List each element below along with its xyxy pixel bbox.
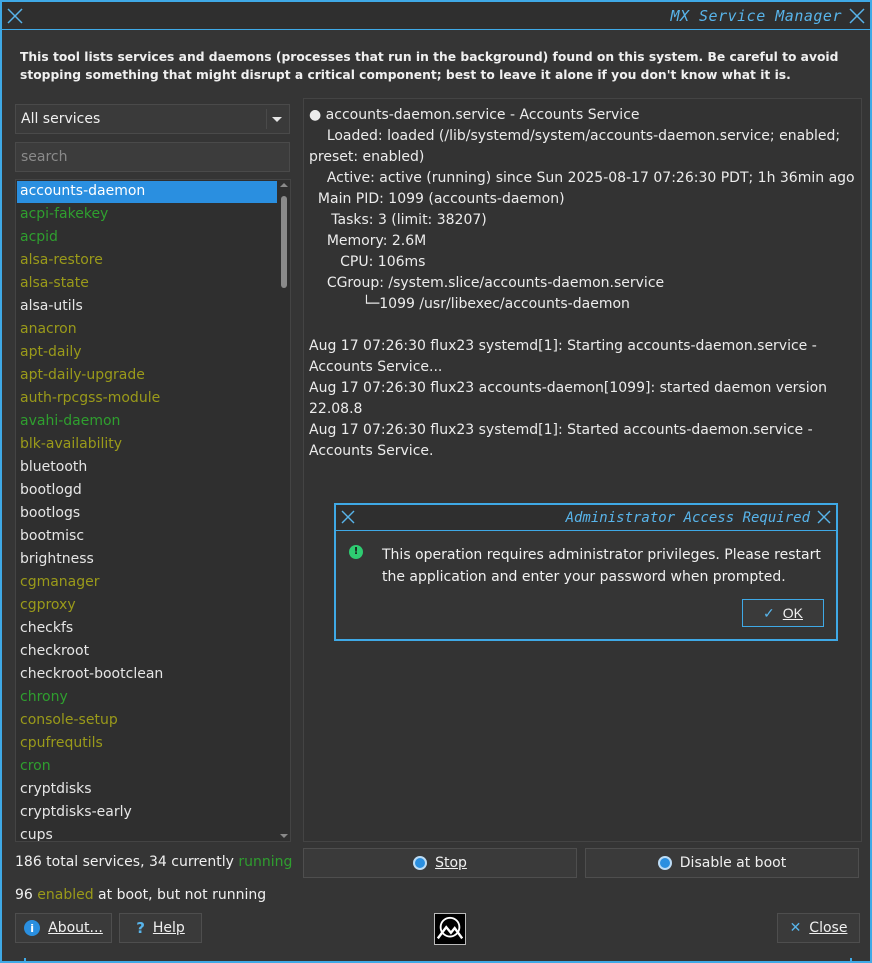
- service-list-item[interactable]: apt-daily: [17, 342, 277, 364]
- detail-line: ● accounts-daemon.service - Accounts Ser…: [309, 107, 640, 123]
- status-enabled-word: enabled: [37, 887, 94, 903]
- service-list-item[interactable]: anacron: [17, 319, 277, 341]
- status-total: 186 total services, 34 currently running: [15, 854, 292, 870]
- dialog-message: This operation requires administrator pr…: [382, 547, 821, 585]
- scroll-thumb[interactable]: [281, 196, 287, 288]
- check-icon: ✓: [763, 604, 775, 621]
- list-scrollbar[interactable]: [278, 180, 290, 841]
- window-bottom-border: [24, 958, 852, 961]
- detail-line: └─1099 /usr/libexec/accounts-daemon: [309, 296, 630, 312]
- status-running-word: running: [238, 854, 293, 870]
- disable-label: Disable at boot: [679, 855, 787, 871]
- disable-at-boot-button[interactable]: Disable at boot: [585, 848, 859, 878]
- chevron-down-icon[interactable]: [266, 109, 286, 129]
- help-icon: ?: [136, 919, 145, 937]
- service-list-item[interactable]: alsa-state: [17, 273, 277, 295]
- service-list-item[interactable]: checkroot: [17, 641, 277, 663]
- dialog-menu-icon[interactable]: [340, 509, 356, 525]
- service-list-item[interactable]: cron: [17, 756, 277, 778]
- info-icon: i: [24, 920, 41, 936]
- service-list-item[interactable]: acpi-fakekey: [17, 204, 277, 226]
- service-list-item[interactable]: alsa-utils: [17, 296, 277, 318]
- about-label: About...: [48, 920, 103, 936]
- detail-line: Main PID: 1099 (accounts-daemon): [309, 191, 565, 207]
- service-filter-select[interactable]: All services: [15, 104, 290, 134]
- service-list-item[interactable]: checkfs: [17, 618, 277, 640]
- service-list-item[interactable]: checkroot-bootclean: [17, 664, 277, 686]
- service-filter-value: All services: [21, 111, 101, 127]
- service-list-item[interactable]: bluetooth: [17, 457, 277, 479]
- service-list-item[interactable]: blk-availability: [17, 434, 277, 456]
- close-label: Close: [809, 920, 848, 936]
- detail-line: Aug 17 07:26:30 flux23 accounts-daemon[1…: [309, 380, 832, 417]
- about-button[interactable]: i About...: [15, 913, 112, 943]
- service-list-item[interactable]: bootmisc: [17, 526, 277, 548]
- service-list-item[interactable]: brightness: [17, 549, 277, 571]
- detail-line: Loaded: loaded (/lib/systemd/system/acco…: [309, 128, 845, 165]
- detail-line: CGroup: /system.slice/accounts-daemon.se…: [309, 275, 665, 291]
- status-total-text: 186 total services, 34 currently: [15, 854, 239, 870]
- admin-required-dialog: Administrator Access Required ! This ope…: [334, 503, 838, 641]
- service-list-item[interactable]: alsa-restore: [17, 250, 277, 272]
- service-list-item[interactable]: cryptdisks: [17, 779, 277, 801]
- service-list-item[interactable]: cryptdisks-early: [17, 802, 277, 824]
- ok-button[interactable]: ✓ OK: [742, 599, 824, 627]
- close-button[interactable]: ✕ Close: [777, 913, 860, 943]
- service-list-item[interactable]: cpufrequtils: [17, 733, 277, 755]
- stop-label: Stop: [435, 855, 467, 871]
- help-label: Help: [152, 920, 185, 936]
- intro-text: This tool lists services and daemons (pr…: [20, 50, 839, 82]
- detail-line: Aug 17 07:26:30 flux23 systemd[1]: Start…: [309, 422, 818, 459]
- help-button[interactable]: ? Help: [119, 913, 202, 943]
- close-window-icon[interactable]: [848, 7, 866, 25]
- scroll-up-icon[interactable]: [280, 183, 288, 187]
- close-icon: ✕: [789, 920, 802, 936]
- window-menu-icon[interactable]: [6, 7, 24, 25]
- main-window: MX Service Manager This tool lists servi…: [0, 0, 872, 963]
- service-list-item[interactable]: cgmanager: [17, 572, 277, 594]
- service-list-item[interactable]: avahi-daemon: [17, 411, 277, 433]
- ok-label: OK: [782, 605, 803, 621]
- status-enabled-count: 96: [15, 887, 38, 903]
- service-list-item[interactable]: acpid: [17, 227, 277, 249]
- status-enabled-suffix: at boot, but not running: [93, 887, 267, 903]
- status-enabled: 96 enabled at boot, but not running: [15, 887, 266, 903]
- dialog-close-icon[interactable]: [816, 509, 832, 525]
- warning-icon: !: [349, 545, 363, 559]
- service-list-item[interactable]: apt-daily-upgrade: [17, 365, 277, 387]
- detail-line: [309, 315, 856, 336]
- service-list-item[interactable]: bootlogd: [17, 480, 277, 502]
- titlebar: MX Service Manager: [2, 2, 870, 30]
- service-list-item[interactable]: chrony: [17, 687, 277, 709]
- stop-radio-icon: [413, 856, 428, 870]
- stop-button[interactable]: Stop: [303, 848, 577, 878]
- detail-line: Active: active (running) since Sun 2025-…: [309, 170, 855, 186]
- service-list-item[interactable]: auth-rpcgss-module: [17, 388, 277, 410]
- window-title: MX Service Manager: [670, 7, 842, 25]
- service-list-item[interactable]: console-setup: [17, 710, 277, 732]
- detail-line: Aug 17 07:26:30 flux23 systemd[1]: Start…: [309, 338, 822, 375]
- search-input[interactable]: [15, 142, 290, 172]
- service-list-item[interactable]: cups: [17, 825, 277, 841]
- service-list-item[interactable]: cgproxy: [17, 595, 277, 617]
- detail-line: Tasks: 3 (limit: 38207): [309, 212, 487, 228]
- disable-radio-icon: [657, 856, 672, 870]
- service-list[interactable]: accounts-daemon acpi-fakekey acpid alsa-res…: [15, 179, 291, 842]
- service-list-item[interactable]: accounts-daemon: [17, 181, 277, 203]
- dialog-titlebar: Administrator Access Required: [336, 505, 836, 531]
- mx-logo-icon: [434, 913, 466, 945]
- detail-line: CPU: 106ms: [309, 254, 426, 270]
- detail-line: Memory: 2.6M: [309, 233, 427, 249]
- dialog-title: Administrator Access Required: [565, 510, 810, 526]
- service-details-pane: ● accounts-daemon.service - Accounts Ser…: [303, 98, 862, 842]
- scroll-down-icon[interactable]: [280, 834, 288, 838]
- service-list-item[interactable]: bootlogs: [17, 503, 277, 525]
